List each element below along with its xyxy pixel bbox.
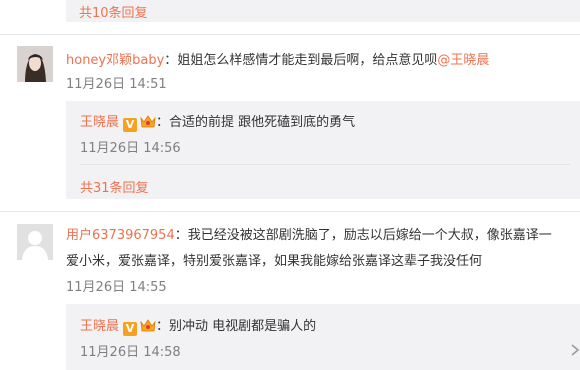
reply-username[interactable]: 王晓晨 <box>80 319 119 334</box>
member-crown-icon <box>140 318 156 332</box>
mention-link[interactable]: @王晓晨 <box>437 53 489 68</box>
scroll-arrow-icon[interactable] <box>570 342 580 356</box>
reply-box <box>66 304 580 370</box>
verified-v-icon: V <box>123 118 138 132</box>
colon: ： <box>156 115 170 130</box>
comment-time: 11月26日 14:51 <box>66 77 167 92</box>
comment-time: 11月26日 14:55 <box>66 280 167 295</box>
colon: ： <box>164 53 178 68</box>
colon: ： <box>174 228 188 243</box>
user-photo-avatar-icon <box>17 46 53 82</box>
reply-time: 11月26日 14:58 <box>80 345 181 360</box>
avatar[interactable] <box>17 46 53 82</box>
member-crown-icon <box>140 114 156 128</box>
divider <box>0 34 580 35</box>
reply-time: 11月26日 14:56 <box>80 141 181 156</box>
default-user-avatar-icon <box>17 224 53 260</box>
comment-username[interactable]: honey邓颖baby <box>66 53 164 68</box>
reply-text: 别冲动 电视剧都是骗人的 <box>169 319 317 334</box>
comment-line: honey邓颖baby：姐姐怎么样感情才能走到最后啊，给点意见呗@王晓晨 <box>66 49 489 68</box>
reply-divider <box>80 164 570 165</box>
comment-text: 姐姐怎么样感情才能走到最后啊，给点意见呗 <box>177 53 438 68</box>
reply-username[interactable]: 王晓晨 <box>80 115 119 130</box>
reply-line: 王晓晨 V ：别冲动 电视剧都是骗人的 <box>80 315 316 336</box>
avatar[interactable] <box>17 224 53 260</box>
reply-line: 王晓晨 V ：合适的前提 跟他死磕到底的勇气 <box>80 111 355 132</box>
verified-v-icon: V <box>123 322 138 336</box>
colon: ： <box>156 319 170 334</box>
more-replies-link[interactable]: 共31条回复 <box>80 177 149 196</box>
divider <box>0 211 580 212</box>
comment-username[interactable]: 用户6373967954 <box>66 228 175 243</box>
comment-text: 我已经没被这部剧洗脑了，励志以后嫁给一个大叔，像张嘉译一 <box>187 228 552 243</box>
reply-text: 合适的前提 跟他死磕到底的勇气 <box>169 115 356 130</box>
comment-text-line2: 爱小米，爱张嘉译，特别爱张嘉译，如果我能嫁给张嘉译这辈子我没任何 <box>66 254 483 269</box>
comment-line: 用户6373967954：我已经没被这部剧洗脑了，励志以后嫁给一个大叔，像张嘉译… <box>66 224 552 243</box>
more-replies-link[interactable]: 共10条回复 <box>79 2 148 21</box>
